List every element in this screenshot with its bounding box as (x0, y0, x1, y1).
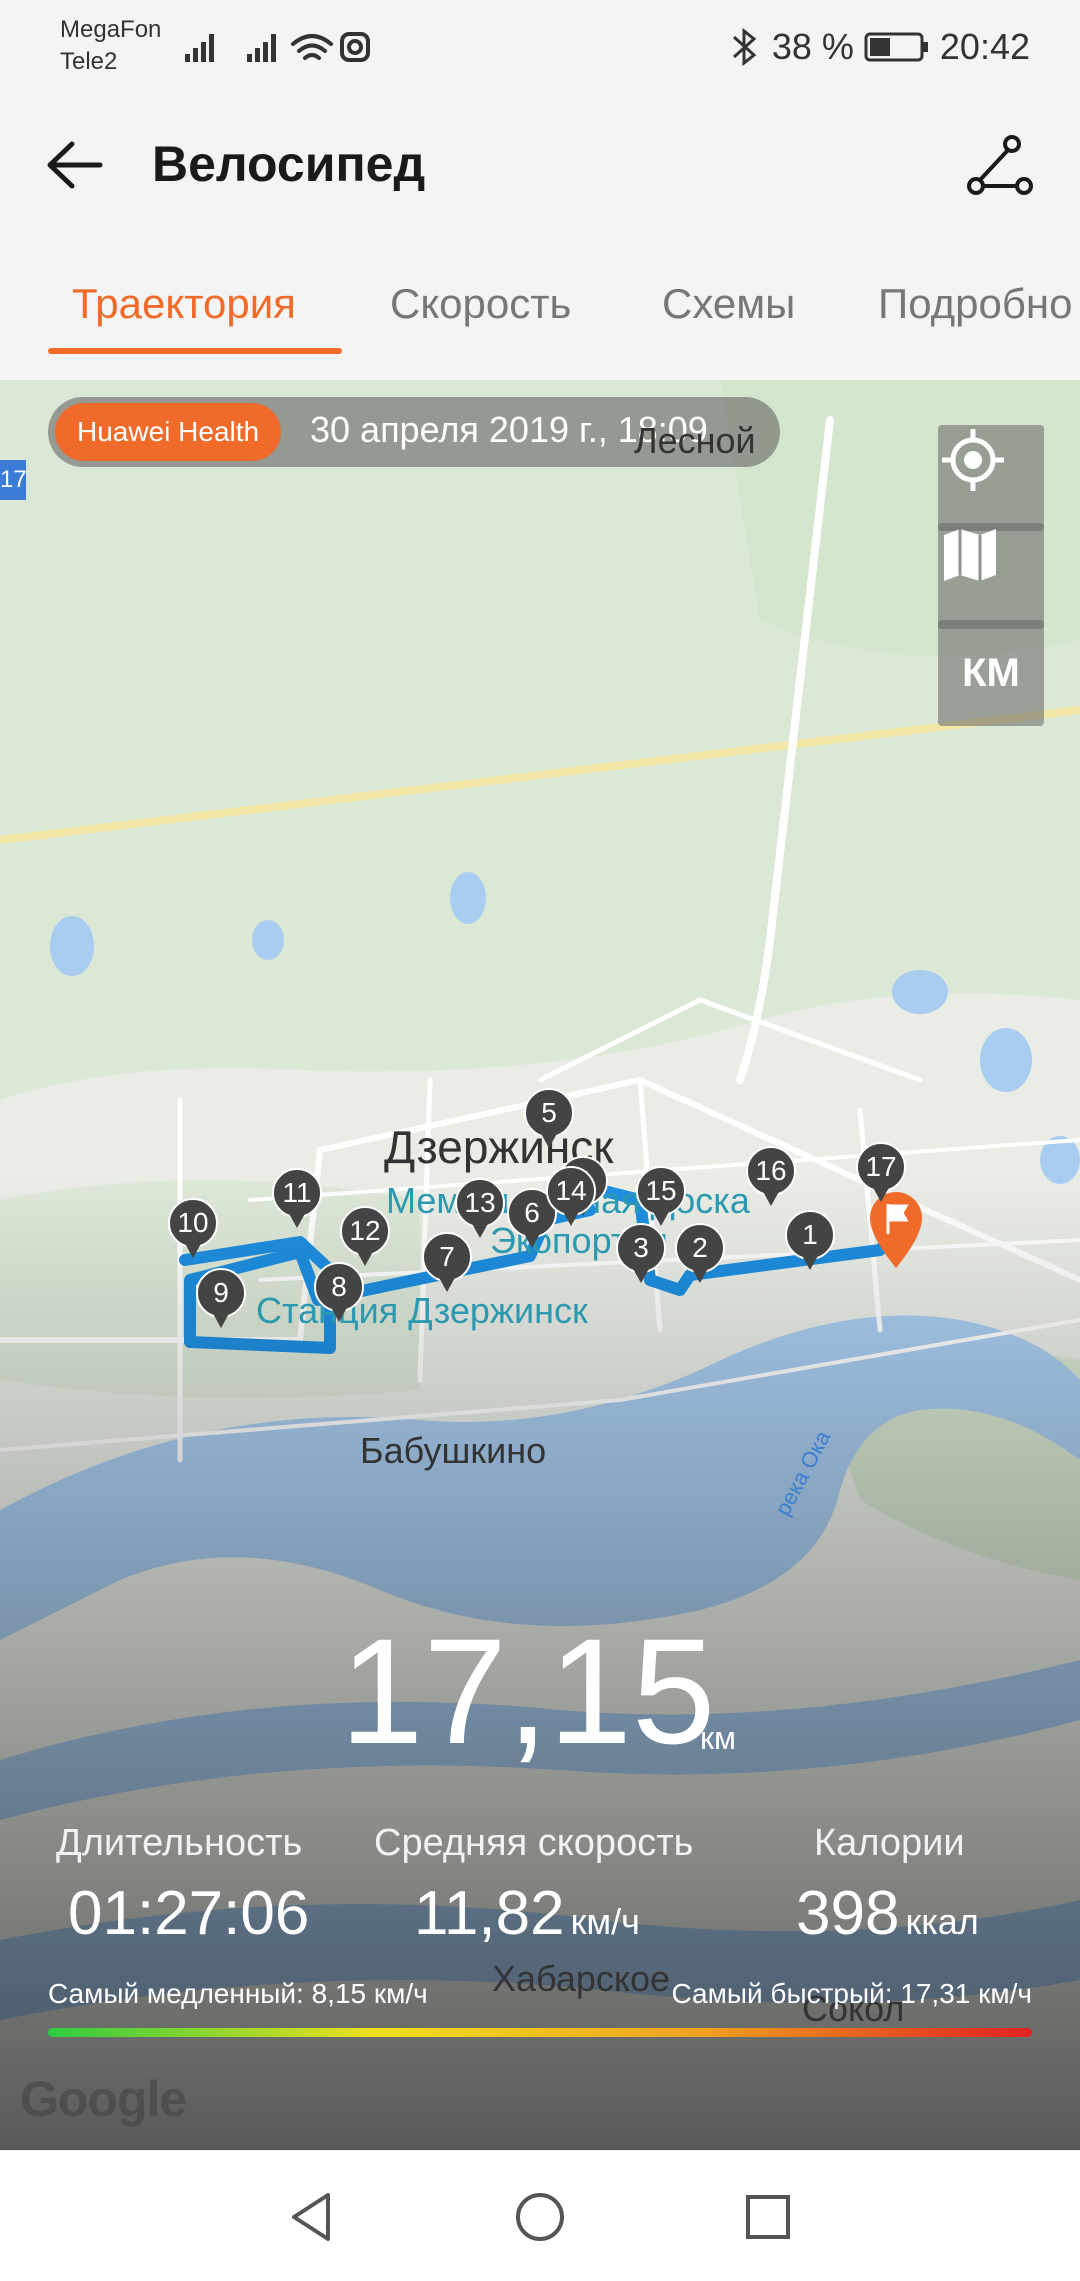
route-map[interactable]: Huawei Health 30 апреля 2019 г., 18:09 1… (0, 380, 1080, 2150)
avg-speed-label: Средняя скорость (374, 1822, 694, 1864)
unit-toggle-button[interactable]: КМ (938, 620, 1044, 726)
nav-back-button[interactable] (282, 2187, 342, 2247)
back-button[interactable] (38, 130, 118, 200)
carrier-1: MegaFon (60, 16, 162, 43)
nav-recents-button[interactable] (738, 2187, 798, 2247)
tab-bar: Траектория Скорость Схемы Подробно (0, 230, 1080, 380)
avg-speed-value: 11,82 км/ч (414, 1878, 640, 1949)
slowest-speed: Самый медленный: 8,15 км/ч (48, 1978, 428, 2009)
avg-speed-number: 11,82 (414, 1879, 565, 1948)
place-lesnoy: Лесной (634, 420, 756, 461)
calories-label: Калории (814, 1822, 965, 1864)
marker-10[interactable]: 10 (168, 1198, 218, 1260)
marker-14[interactable]: 14 (546, 1166, 596, 1228)
google-logo: Google (20, 2071, 187, 2127)
clock: 20:42 (939, 26, 1030, 67)
route-icon[interactable] (960, 130, 1040, 200)
status-right: 38 % 20:42 (728, 26, 1030, 68)
marker-5[interactable]: 5 (524, 1088, 574, 1150)
map-icon (944, 529, 996, 581)
locate-icon (942, 429, 1004, 491)
nav-home-button[interactable] (510, 2187, 570, 2247)
place-khabarskoe: Хабарское (492, 1958, 671, 1999)
duration-label: Длительность (56, 1822, 303, 1864)
signal-wifi-instagram-icons (185, 32, 370, 62)
active-tab-indicator (48, 348, 342, 354)
tab-speed[interactable]: Скорость (390, 280, 571, 328)
app-bar: Велосипед (0, 100, 1080, 230)
calories-number: 398 (796, 1879, 900, 1948)
status-bar: MegaFon Tele2 38 % 20:42 (0, 0, 1080, 100)
marker-12[interactable]: 12 (340, 1206, 390, 1268)
calories-unit: ккал (905, 1901, 979, 1942)
total-distance: 17,15 (340, 1607, 716, 1775)
calories-value: 398 ккал (796, 1878, 979, 1949)
bluetooth-icon (732, 27, 757, 67)
distance-unit: км (700, 1720, 736, 1756)
battery-percent: 38 % (771, 26, 854, 67)
avg-speed-unit: км/ч (570, 1901, 640, 1942)
source-badge: Huawei Health (55, 403, 282, 461)
marker-16[interactable]: 16 (746, 1146, 796, 1208)
place-babushkino: Бабушкино (360, 1430, 547, 1471)
fastest-speed: Самый быстрый: 17,31 км/ч (671, 1978, 1033, 2009)
marker-9[interactable]: 9 (196, 1268, 246, 1330)
locate-button[interactable] (938, 425, 1044, 531)
tab-trajectory[interactable]: Траектория (72, 280, 296, 328)
road-number-tag: 17 (0, 460, 27, 500)
marker-8[interactable]: 8 (314, 1262, 364, 1324)
system-nav-bar (0, 2150, 1080, 2281)
marker-3[interactable]: 3 (616, 1223, 666, 1285)
unit-label: КМ (962, 650, 1020, 695)
marker-2[interactable]: 2 (675, 1223, 725, 1285)
marker-13[interactable]: 13 (455, 1178, 505, 1240)
marker-11[interactable]: 11 (272, 1168, 322, 1230)
marker-7[interactable]: 7 (422, 1232, 472, 1294)
duration-value: 01:27:06 (68, 1879, 310, 1948)
map-layer-button[interactable] (938, 523, 1044, 629)
carrier-2: Tele2 (60, 48, 118, 75)
place-station: Станция Дзержинск (256, 1290, 588, 1331)
page-title: Велосипед (152, 136, 426, 192)
battery-icon (864, 32, 928, 62)
marker-15[interactable]: 15 (636, 1166, 686, 1228)
tab-schemes[interactable]: Схемы (662, 280, 795, 328)
tab-details[interactable]: Подробно (878, 280, 1072, 328)
speed-gradient-bar (48, 2028, 1032, 2037)
marker-1[interactable]: 1 (785, 1210, 835, 1272)
marker-17[interactable]: 17 (856, 1142, 906, 1204)
